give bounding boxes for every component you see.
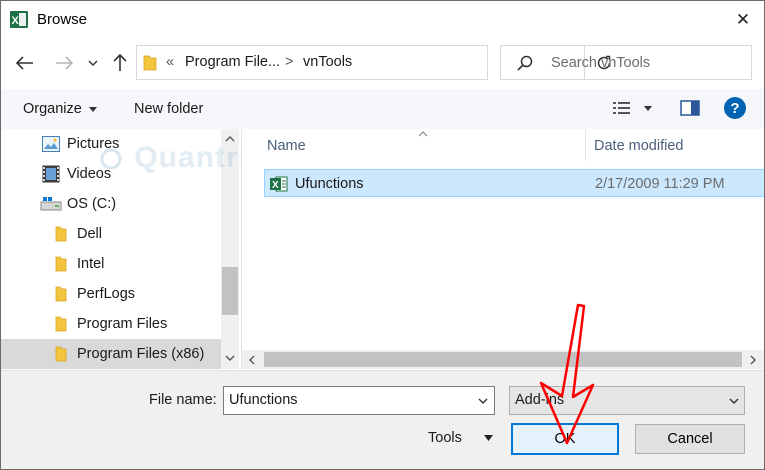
window-title: Browse <box>37 11 88 28</box>
new-folder-button[interactable]: New folder <box>134 101 203 117</box>
preview-pane-icon <box>680 100 700 116</box>
column-header-name[interactable]: Name <box>267 138 306 154</box>
folder-icon <box>55 286 67 302</box>
organize-label: Organize <box>23 101 82 117</box>
details-view-icon <box>613 102 630 114</box>
address-segment-vntools[interactable]: vnTools <box>303 54 352 70</box>
folder-icon <box>55 346 67 362</box>
column-divider[interactable] <box>585 129 586 161</box>
up-button[interactable] <box>107 50 133 76</box>
nav-item-intel[interactable]: Intel <box>1 249 223 279</box>
help-button[interactable]: ? <box>724 97 746 119</box>
close-button[interactable]: ✕ <box>723 3 763 37</box>
file-name-value: Ufunctions <box>229 392 298 408</box>
nav-item-program-files-x86[interactable]: Program Files (x86) <box>1 339 223 369</box>
address-overflow[interactable]: « <box>166 54 174 70</box>
folder-icon <box>55 256 67 272</box>
command-bar: Organize New folder ? <box>1 89 764 129</box>
nav-label: PerfLogs <box>77 286 136 302</box>
view-options-button[interactable] <box>613 101 657 117</box>
svg-text:X: X <box>272 180 279 191</box>
pictures-icon <box>42 136 60 152</box>
nav-item-os-c[interactable]: OS (C:) <box>1 189 223 219</box>
scroll-down-icon[interactable] <box>225 355 235 362</box>
tools-label: Tools <box>428 430 462 446</box>
chevron-down-icon <box>88 60 98 66</box>
file-name-input[interactable]: Ufunctions <box>223 386 495 415</box>
nav-label: Program Files (x86) <box>77 346 205 362</box>
drive-icon <box>40 197 62 211</box>
excel-addin-icon: X <box>270 176 288 192</box>
file-name-label: File name: <box>149 392 217 408</box>
forward-button[interactable] <box>51 50 77 76</box>
title-bar <box>1 1 764 39</box>
tools-button[interactable]: Tools <box>428 430 493 446</box>
nav-label: OS (C:) <box>67 196 117 212</box>
arrow-right-icon <box>56 56 73 70</box>
address-separator[interactable]: > <box>285 54 293 70</box>
cancel-button[interactable]: Cancel <box>635 424 745 454</box>
back-button[interactable] <box>12 50 38 76</box>
scroll-right-icon[interactable] <box>750 355 757 365</box>
watermark-logo <box>100 148 122 170</box>
folder-icon <box>55 226 67 242</box>
sort-ascending-icon <box>418 131 428 137</box>
folder-icon <box>55 316 67 332</box>
dropdown-arrow-icon <box>88 106 97 112</box>
file-date-cell: 2/17/2009 11:29 PM <box>595 176 725 192</box>
nav-label: Intel <box>77 256 105 272</box>
browse-dialog: X Browse ✕ « Program File... > vnTools S… <box>0 0 765 470</box>
search-placeholder: Search vnTools <box>551 55 651 71</box>
file-name-cell: Ufunctions <box>295 176 364 192</box>
nav-item-dell[interactable]: Dell <box>1 219 223 249</box>
organize-button[interactable]: Organize <box>23 101 97 117</box>
nav-item-program-files[interactable]: Program Files <box>1 309 223 339</box>
arrow-left-icon <box>16 56 33 70</box>
file-list-hscrollbar[interactable] <box>242 350 764 369</box>
close-icon: ✕ <box>735 10 751 29</box>
column-header-date-modified[interactable]: Date modified <box>594 138 683 154</box>
nav-item-perflogs[interactable]: PerfLogs <box>1 279 223 309</box>
address-segment-program-files[interactable]: Program File... <box>185 54 280 70</box>
scrollbar-thumb[interactable] <box>264 352 742 367</box>
videos-icon <box>42 165 60 183</box>
address-bar[interactable]: « Program File... > vnTools <box>136 45 611 80</box>
search-icon <box>517 55 533 71</box>
annotation-arrow-icon <box>539 303 595 445</box>
help-icon: ? <box>730 99 740 117</box>
nav-label: Program Files <box>77 316 168 332</box>
scroll-left-icon[interactable] <box>248 355 255 365</box>
svg-text:X: X <box>12 15 20 27</box>
file-list: Name Date modified X Ufunctions 2/17/200… <box>241 129 764 369</box>
nav-label: Dell <box>77 226 102 242</box>
chevron-down-icon <box>729 398 739 404</box>
scrollbar-thumb[interactable] <box>222 267 238 315</box>
folder-icon <box>143 55 157 71</box>
excel-icon: X <box>10 11 28 28</box>
arrow-up-icon <box>113 54 127 71</box>
search-box[interactable]: Search vnTools <box>500 45 752 80</box>
file-row-ufunctions[interactable]: X Ufunctions 2/17/2009 11:29 PM <box>264 169 764 197</box>
dialog-footer <box>1 370 764 469</box>
preview-pane-button[interactable] <box>680 100 700 118</box>
chevron-down-icon[interactable] <box>478 398 488 405</box>
dropdown-arrow-icon <box>483 435 493 442</box>
dropdown-arrow-icon <box>644 106 652 111</box>
recent-locations-button[interactable] <box>83 50 103 76</box>
